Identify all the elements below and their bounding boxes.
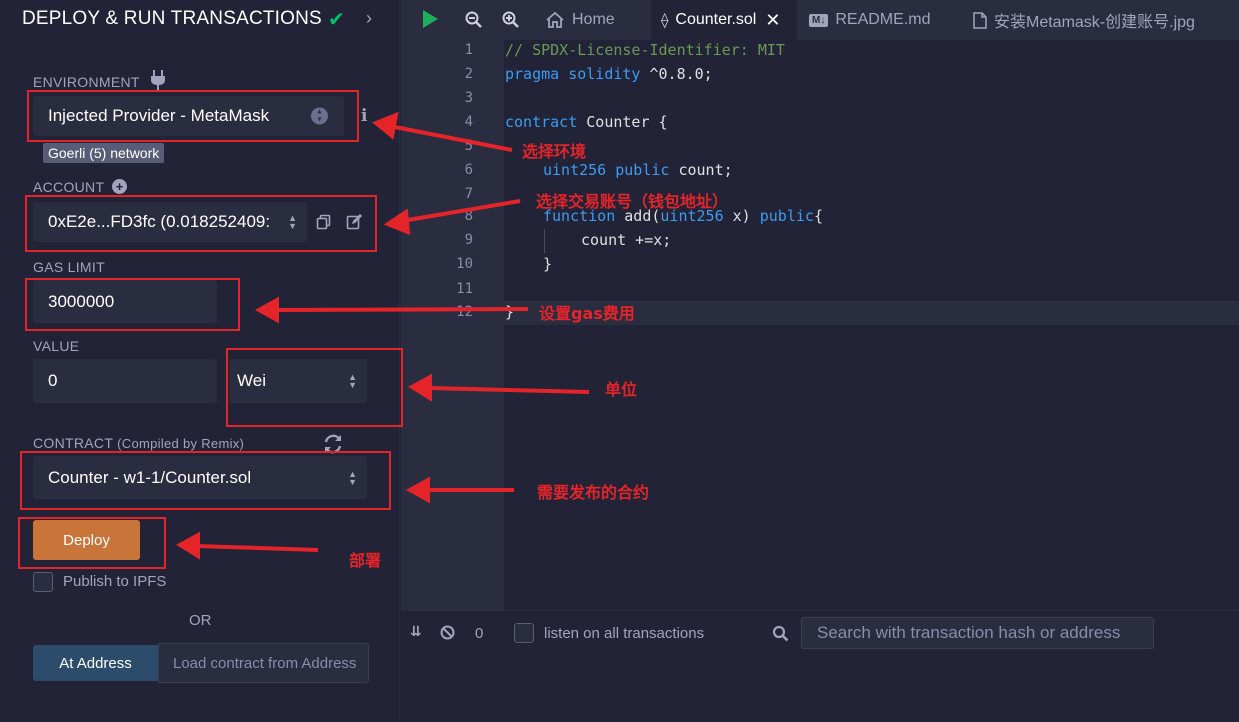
annotation-deploy: 部署	[349, 551, 382, 570]
annotation-contract: 需要发布的合约	[537, 483, 650, 502]
annotation-gas: 设置gas费用	[539, 304, 635, 323]
annotation-account: 选择交易账号（钱包地址）	[536, 192, 729, 211]
annotation-environment: 选择环境	[522, 142, 587, 161]
annotation-unit: 单位	[605, 380, 638, 399]
annotation-arrows	[176, 111, 590, 560]
